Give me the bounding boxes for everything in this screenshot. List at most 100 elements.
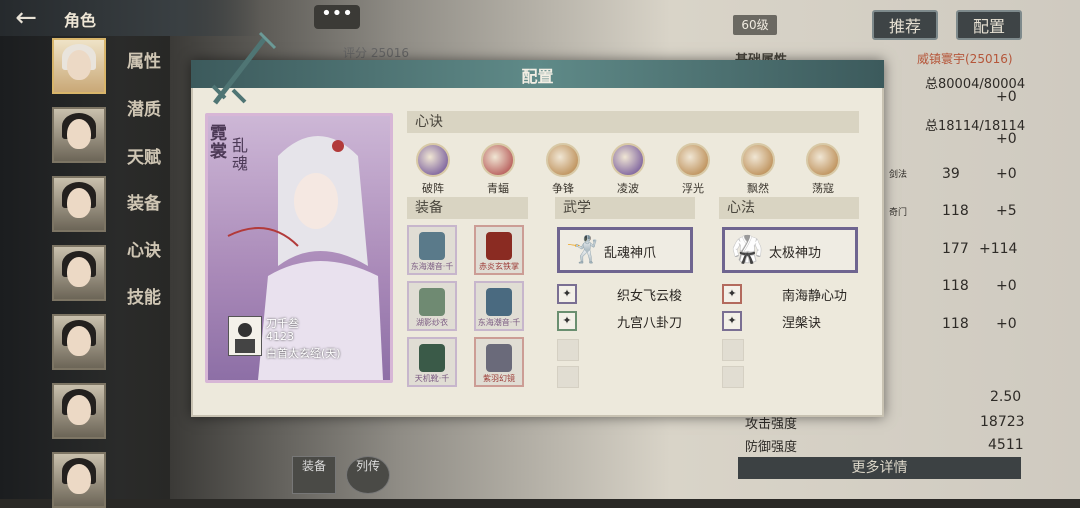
equipment-name: 东海潮音·千	[477, 318, 521, 327]
skill-orb-icon	[741, 143, 775, 177]
defense-label: 防御强度	[745, 440, 798, 455]
defense-value: 4511	[988, 437, 1024, 453]
xinfa-sub-icon[interactable]: ✦	[722, 284, 742, 304]
score-label: 评分 25016	[343, 46, 409, 60]
empty-skill-slot[interactable]	[557, 339, 579, 361]
skill-orb-icon	[546, 143, 580, 177]
character-title: 乱魂	[232, 136, 249, 173]
skill-label: 浮光	[682, 182, 704, 195]
xinjue-skill[interactable]: 飘然	[738, 143, 778, 196]
stat-row-delta: +0	[996, 316, 1017, 332]
wuxue-sub-name: 九宫八卦刀	[617, 316, 683, 331]
xinjue-skill[interactable]: 荡寇	[803, 143, 843, 196]
wuxue-sub-icon[interactable]: ✦	[557, 284, 577, 304]
portrait-face	[67, 50, 91, 80]
skill-orb-icon	[676, 143, 710, 177]
tab-potential[interactable]: 潜质	[127, 95, 161, 120]
wuxue-sub-icon[interactable]: ✦	[557, 311, 577, 331]
equipment-item-icon	[486, 232, 512, 260]
back-button[interactable]: ←	[6, 4, 46, 32]
equipment-slot[interactable]: 东海潮音·千	[407, 225, 457, 275]
character-portrait-4[interactable]	[52, 245, 106, 301]
character-portrait-6[interactable]	[52, 383, 106, 439]
xinfa-sub-name: 涅槃诀	[782, 316, 822, 331]
tab-equipment[interactable]: 装备	[127, 189, 161, 214]
owner-avatar	[228, 316, 262, 356]
stat-row-value: 118	[942, 203, 969, 219]
owner-name: 刀千叁	[266, 317, 299, 330]
stat-row-delta: +114	[979, 241, 1018, 257]
tab-xinjue[interactable]: 心诀	[127, 236, 161, 261]
equipment-name: 天机靴·千	[414, 374, 450, 383]
portrait-face	[67, 257, 91, 287]
wuxue-sub-name: 织女飞云梭	[617, 289, 683, 304]
more-details-button[interactable]: 更多详情	[738, 457, 1021, 479]
xinjue-skill[interactable]: 破阵	[413, 143, 453, 196]
character-portrait-7[interactable]	[52, 452, 106, 508]
owner-method: 白首太玄经(天)	[266, 347, 341, 360]
empty-skill-slot[interactable]	[557, 366, 579, 388]
recommend-button[interactable]: 推荐	[872, 10, 938, 40]
xinfa-main-name: 太极神功	[769, 246, 822, 261]
sword-ornament-icon	[211, 31, 277, 105]
wuxue-main-skill[interactable]: 🤺 乱魂神爪	[557, 227, 693, 273]
stat-row-label: 奇门	[889, 208, 908, 218]
xinfa-header: 心法	[719, 197, 859, 219]
equipment-slot[interactable]: 东海潮音·千	[474, 281, 524, 331]
skill-orb-icon	[611, 143, 645, 177]
equipment-slot[interactable]: 天机靴·千	[407, 337, 457, 387]
power-rating: 威镇寰宇(25016)	[917, 52, 1013, 66]
character-portrait-1[interactable]	[52, 38, 106, 94]
character-portrait-5[interactable]	[52, 314, 106, 370]
equipment-item-icon	[419, 344, 445, 372]
stat-row-delta: +0	[996, 166, 1017, 182]
owner-avatar-icon	[235, 323, 255, 353]
stat-value-250: 2.50	[990, 389, 1022, 405]
xinjue-skill[interactable]: 凌波	[608, 143, 648, 196]
skill-label: 荡寇	[812, 182, 834, 195]
more-options-button[interactable]: •••	[314, 5, 360, 29]
skill-orb-icon	[416, 143, 450, 177]
stat-row-value: 118	[942, 278, 969, 294]
bottom-tab-equipment[interactable]: 装备	[292, 456, 336, 494]
empty-skill-slot[interactable]	[722, 339, 744, 361]
stat-delta-1: +0	[996, 89, 1017, 105]
portrait-face	[67, 119, 91, 149]
config-button[interactable]: 配置	[956, 10, 1022, 40]
character-name: 霓裳	[210, 124, 227, 162]
equipment-slot[interactable]: 湖影纱衣	[407, 281, 457, 331]
xinjue-header: 心诀	[407, 111, 859, 133]
stat-row-value: 118	[942, 316, 969, 332]
xinfa-main-skill[interactable]: 🥋 太极神功	[722, 227, 858, 273]
equipment-slot[interactable]: 赤炎玄铁掌	[474, 225, 524, 275]
skill-label: 争锋	[552, 182, 574, 195]
attack-value: 18723	[980, 414, 1025, 430]
skill-label: 飘然	[747, 182, 769, 195]
bottom-tab-biography[interactable]: 列传	[346, 456, 390, 494]
equipment-item-icon	[419, 288, 445, 316]
xinfa-sub-icon[interactable]: ✦	[722, 311, 742, 331]
xinjue-skill[interactable]: 青蝠	[478, 143, 518, 196]
equipment-name: 东海潮音·千	[410, 262, 454, 271]
character-portrait-2[interactable]	[52, 107, 106, 163]
equipment-slot[interactable]: 紫羽幻镜	[474, 337, 524, 387]
character-portrait-3[interactable]	[52, 176, 106, 232]
header-title: 角色	[64, 11, 97, 30]
level-badge: 60级	[733, 15, 777, 35]
skill-label: 凌波	[617, 182, 639, 195]
stat-row-delta: +0	[996, 278, 1017, 294]
equipment-item-icon	[486, 344, 512, 372]
equipment-item-icon	[419, 232, 445, 260]
xinjue-skill[interactable]: 争锋	[543, 143, 583, 196]
martial-figure-icon: 🤺	[566, 235, 599, 265]
xinjue-skill[interactable]: 浮光	[673, 143, 713, 196]
skill-orb-icon	[806, 143, 840, 177]
equipment-name: 紫羽幻镜	[483, 374, 515, 383]
portrait-face	[67, 395, 91, 425]
tab-talent[interactable]: 天赋	[127, 143, 161, 168]
tab-skills[interactable]: 技能	[127, 283, 161, 308]
empty-skill-slot[interactable]	[722, 366, 744, 388]
tab-attributes[interactable]: 属性	[127, 47, 161, 72]
skill-orb-icon	[481, 143, 515, 177]
portrait-face	[67, 188, 91, 218]
